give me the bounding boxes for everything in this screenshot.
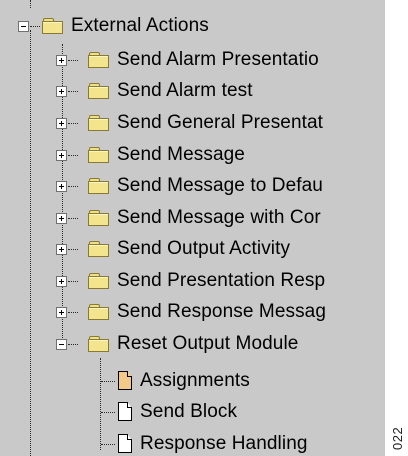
tree-connector <box>68 218 78 219</box>
tree-connector <box>101 412 115 413</box>
folder-icon <box>42 17 64 35</box>
tree-item-label: Response Handling <box>140 433 308 454</box>
tree-item-label: Send Message to Defau <box>117 175 323 196</box>
folder-icon <box>88 51 110 69</box>
tree-item-send-block[interactable]: Send Block <box>101 396 237 428</box>
tree-connector <box>101 381 115 382</box>
tree-connector <box>68 344 78 345</box>
expand-toggle-icon[interactable] <box>56 276 67 287</box>
document-icon <box>118 434 133 454</box>
tree-guide-line <box>30 30 31 456</box>
tree-item-label: Send Message <box>117 144 245 165</box>
tree-connector <box>68 281 78 282</box>
folder-icon <box>88 272 110 290</box>
document-tan-icon <box>118 371 133 391</box>
tree-connector <box>68 249 78 250</box>
folder-icon <box>88 114 110 132</box>
expand-toggle-icon[interactable] <box>56 86 67 97</box>
tree-item-label: Send Alarm test <box>117 80 253 101</box>
folder-icon <box>88 82 110 100</box>
tree-item-reset-output-module[interactable]: Reset Output Module <box>56 328 298 360</box>
expand-toggle-icon[interactable] <box>56 307 67 318</box>
tree-item-send-response-message[interactable]: Send Response Messag <box>56 296 326 328</box>
figure-code: 022 <box>390 426 405 450</box>
folder-icon <box>88 177 110 195</box>
tree-item-label: Send Message with Cor <box>117 207 321 228</box>
tree-item-send-alarm-presentation[interactable]: Send Alarm Presentatio <box>56 44 319 76</box>
tree-item-label: Send Output Activity <box>117 238 291 259</box>
tree-connector <box>68 123 78 124</box>
tree-connector <box>101 444 115 445</box>
tree-panel: External Actions Send Alarm Presentatio … <box>0 0 385 456</box>
tree-item-label: Reset Output Module <box>117 333 299 354</box>
tree-item-response-handling[interactable]: Response Handling <box>101 428 308 456</box>
tree-item-send-message[interactable]: Send Message <box>56 139 245 171</box>
collapse-toggle-icon[interactable] <box>56 339 67 350</box>
folder-icon <box>88 335 110 353</box>
tree-connector <box>30 26 40 27</box>
tree-item-send-message-to-default[interactable]: Send Message to Defau <box>56 170 323 202</box>
tree-item-label: Send Alarm Presentatio <box>117 49 319 70</box>
tree-guide-line <box>30 0 31 8</box>
tree-item-label: Send General Presentat <box>117 112 324 133</box>
tree-item-send-message-with-cor[interactable]: Send Message with Cor <box>56 202 321 234</box>
tree-connector <box>68 155 78 156</box>
tree-item-label: Send Presentation Resp <box>117 270 326 291</box>
tree-connector <box>68 60 78 61</box>
folder-icon <box>88 209 110 227</box>
expand-toggle-icon[interactable] <box>56 118 67 129</box>
tree-item-external-actions[interactable]: External Actions <box>18 10 209 42</box>
tree-item-label: Send Block <box>140 401 238 422</box>
folder-icon <box>88 303 110 321</box>
tree-connector <box>68 312 78 313</box>
tree-item-send-presentation-response[interactable]: Send Presentation Resp <box>56 265 325 297</box>
document-icon <box>118 402 133 422</box>
tree-item-label: External Actions <box>71 15 209 36</box>
tree-item-label: Assignments <box>140 370 250 391</box>
tree-item-send-alarm-test[interactable]: Send Alarm test <box>56 75 253 107</box>
expand-toggle-icon[interactable] <box>56 55 67 66</box>
expand-toggle-icon[interactable] <box>56 150 67 161</box>
folder-icon <box>88 146 110 164</box>
collapse-toggle-icon[interactable] <box>18 21 29 32</box>
tree-item-send-output-activity[interactable]: Send Output Activity <box>56 233 290 265</box>
folder-icon <box>88 240 110 258</box>
tree-item-assignments[interactable]: Assignments <box>101 365 250 397</box>
tree-connector <box>68 186 78 187</box>
expand-toggle-icon[interactable] <box>56 244 67 255</box>
tree-connector <box>68 91 78 92</box>
tree-item-label: Send Response Messag <box>117 301 327 322</box>
expand-toggle-icon[interactable] <box>56 181 67 192</box>
expand-toggle-icon[interactable] <box>56 213 67 224</box>
tree-item-send-general-presentation[interactable]: Send General Presentat <box>56 107 323 139</box>
